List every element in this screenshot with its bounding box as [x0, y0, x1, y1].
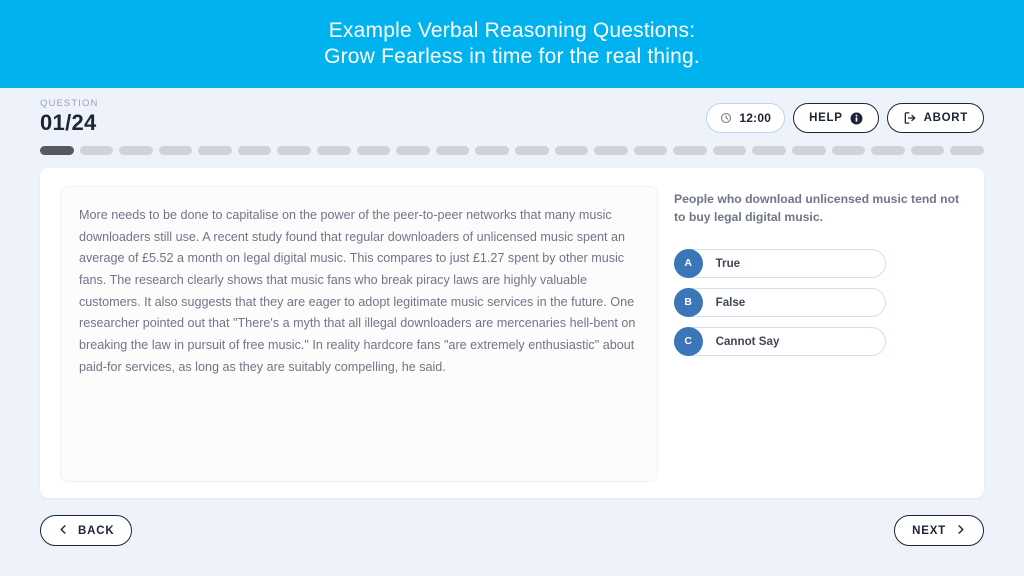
- progress-segment: [158, 146, 193, 155]
- question-counter-label: QUESTION: [40, 97, 99, 109]
- progress-segment: [752, 146, 786, 155]
- question-statement: People who download unlicensed music ten…: [674, 192, 960, 225]
- next-button-label: NEXT: [912, 524, 946, 537]
- answer-option-b[interactable]: B False: [673, 287, 886, 317]
- progress-segment: [673, 146, 707, 155]
- progress-segment: [40, 146, 74, 155]
- progress-segment: [317, 146, 351, 155]
- progress-segment: [198, 146, 232, 155]
- navigation-footer: BACK NEXT: [40, 515, 984, 546]
- passage-text: More needs to be done to capitalise on t…: [79, 208, 636, 374]
- page-banner: Example Verbal Reasoning Questions: Grow…: [0, 0, 1024, 88]
- question-counter-value: 01/24: [40, 110, 97, 135]
- help-button[interactable]: HELP: [793, 103, 879, 133]
- progress-segment: [594, 146, 628, 155]
- answer-options: A True B False C Cannot Say: [673, 248, 964, 356]
- answer-option-badge: C: [673, 326, 703, 356]
- progress-segment: [871, 146, 905, 155]
- answer-option-c[interactable]: C Cannot Say: [673, 326, 886, 356]
- answer-option-label: True: [715, 256, 741, 270]
- answer-option-badge: A: [673, 248, 703, 278]
- answer-option-label: Cannot Say: [715, 334, 780, 348]
- back-button-label: BACK: [78, 524, 115, 537]
- progress-segment: [356, 146, 391, 155]
- exit-icon: [903, 111, 917, 125]
- passage-panel: More needs to be done to capitalise on t…: [60, 186, 658, 482]
- progress-segment: [554, 146, 589, 155]
- answer-option-label: False: [715, 295, 746, 309]
- progress-segment: [514, 146, 549, 155]
- progress-segment: [237, 146, 272, 155]
- progress-segment: [277, 146, 312, 155]
- test-page: QUESTION 01/24 12:00 HELP ABORT More nee…: [0, 88, 1024, 576]
- info-icon: [850, 112, 863, 125]
- next-button[interactable]: NEXT: [894, 515, 984, 546]
- progress-segment: [831, 146, 866, 155]
- progress-segment: [910, 146, 945, 155]
- timer-value: 12:00: [739, 111, 772, 125]
- banner-title-line-2: Grow Fearless in time for the real thing…: [324, 45, 700, 68]
- timer-display: 12:00: [706, 103, 786, 133]
- question-counter: QUESTION 01/24: [40, 97, 99, 135]
- test-toolbar: QUESTION 01/24 12:00 HELP ABORT: [40, 88, 984, 134]
- progress-segment: [435, 146, 470, 155]
- answer-option-a[interactable]: A True: [673, 248, 886, 278]
- progress-bar: [40, 146, 984, 155]
- back-button[interactable]: BACK: [40, 515, 133, 546]
- progress-segment: [950, 146, 984, 155]
- progress-segment: [475, 146, 509, 155]
- question-card: More needs to be done to capitalise on t…: [40, 168, 984, 498]
- progress-segment: [79, 146, 114, 155]
- progress-segment: [396, 146, 430, 155]
- progress-segment: [712, 146, 747, 155]
- banner-title-line-1: Example Verbal Reasoning Questions:: [328, 19, 696, 43]
- answer-option-badge: B: [673, 287, 703, 317]
- chevron-left-icon: [58, 524, 69, 538]
- chevron-right-icon: [955, 524, 966, 538]
- progress-segment: [119, 146, 153, 155]
- abort-button-label: ABORT: [923, 112, 968, 124]
- progress-segment: [791, 146, 826, 155]
- help-button-label: HELP: [809, 112, 843, 124]
- question-panel: People who download unlicensed music ten…: [673, 186, 964, 480]
- toolbar-buttons: 12:00 HELP ABORT: [706, 103, 984, 134]
- clock-icon: [720, 112, 732, 124]
- progress-segment: [633, 146, 668, 155]
- abort-button[interactable]: ABORT: [886, 103, 984, 133]
